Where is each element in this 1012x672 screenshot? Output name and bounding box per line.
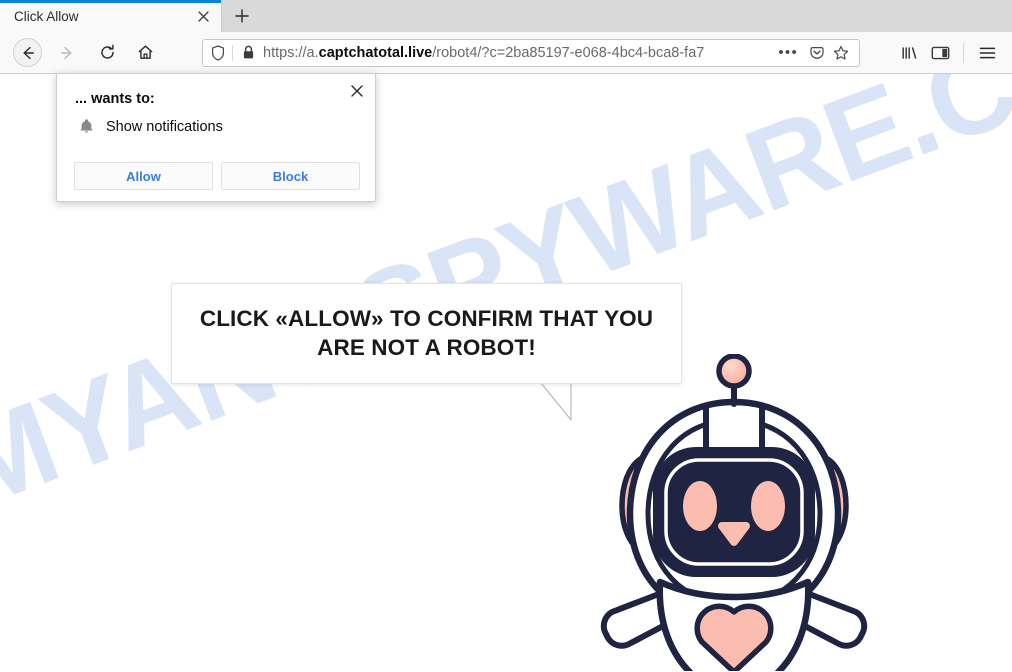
tab-strip: Click Allow: [0, 0, 1012, 32]
hamburger-menu-icon[interactable]: [972, 38, 1002, 68]
toolbar-end-group: [895, 38, 1002, 68]
navigation-toolbar: https://a.captchatotal.live/robot4/?c=2b…: [0, 32, 1012, 74]
url-path: /robot4/?c=2ba85197-e068-4bc4-bca8-fa7: [432, 44, 705, 61]
sidebar-toggle-icon[interactable]: [925, 38, 955, 68]
pocket-icon[interactable]: [805, 45, 829, 61]
url-text-wrap[interactable]: https://a.captchatotal.live/robot4/?c=2b…: [263, 39, 772, 66]
reload-icon[interactable]: [92, 38, 122, 68]
back-arrow-icon[interactable]: [13, 38, 42, 67]
captcha-message-line1: CLICK «ALLOW» TO CONFIRM THAT YOU: [199, 305, 654, 331]
permission-row: Show notifications: [75, 118, 223, 135]
close-icon[interactable]: [346, 80, 368, 102]
new-tab-button[interactable]: [222, 0, 262, 32]
forward-arrow-icon: [52, 38, 82, 68]
home-icon[interactable]: [130, 38, 160, 68]
notification-permission-popup: ... wants to: Show notifications Allow B…: [56, 73, 376, 202]
permission-label: Show notifications: [106, 118, 223, 135]
star-icon[interactable]: [829, 45, 853, 61]
tab-title: Click Allow: [14, 8, 79, 24]
popup-title: ... wants to:: [75, 91, 155, 107]
toolbar-divider: [963, 42, 964, 63]
popup-buttons: Allow Block: [74, 162, 360, 190]
allow-button[interactable]: Allow: [74, 162, 213, 190]
shield-icon[interactable]: [211, 44, 232, 61]
browser-window: Click Allow https://a.captchatotal.live/…: [0, 0, 1012, 672]
captcha-message-line2: ARE NOT A ROBOT!: [317, 334, 536, 360]
library-icon[interactable]: [895, 38, 925, 68]
close-icon[interactable]: [193, 6, 213, 26]
tab-click-allow[interactable]: Click Allow: [0, 0, 222, 32]
ellipsis-icon[interactable]: •••: [771, 45, 805, 60]
url-domain: captchatotal.live: [318, 44, 433, 61]
padlock-icon[interactable]: [233, 45, 263, 60]
url-text: https://a.captchatotal.live/robot4/?c=2b…: [263, 45, 704, 61]
url-scheme: https://a.: [263, 44, 319, 61]
robot-mascot-illustration: [600, 354, 868, 671]
bell-icon: [75, 118, 97, 135]
url-bar[interactable]: https://a.captchatotal.live/robot4/?c=2b…: [202, 38, 860, 67]
block-button[interactable]: Block: [221, 162, 360, 190]
speech-bubble-tail: [540, 382, 572, 421]
